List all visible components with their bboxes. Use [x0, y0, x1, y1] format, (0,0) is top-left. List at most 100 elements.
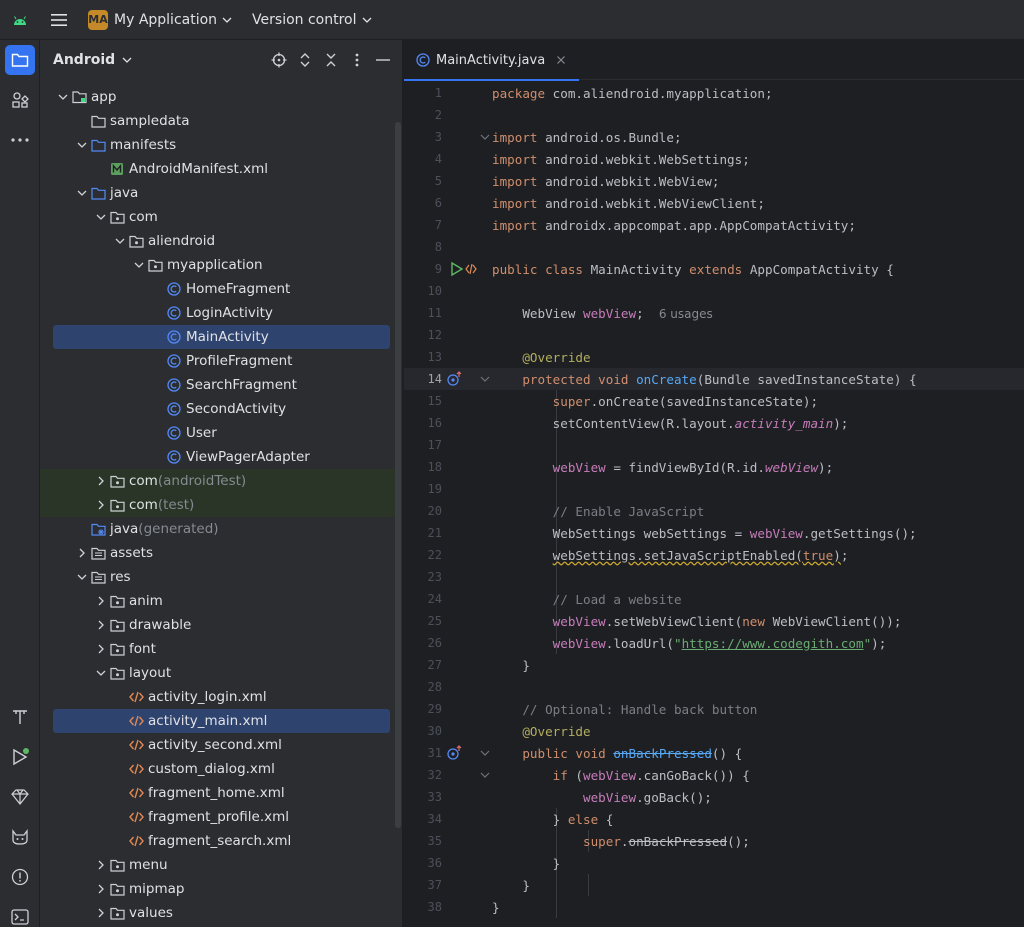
vcs-selector[interactable]: Version control	[244, 6, 379, 34]
chevron-down-icon[interactable]	[93, 665, 109, 681]
tree-item-user[interactable]: User	[40, 421, 395, 445]
code-line[interactable]: 16 setContentView(R.layout.activity_main…	[404, 412, 1024, 434]
tree-item-custom-dialog-xml[interactable]: custom_dialog.xml	[40, 757, 395, 781]
problems-tool-button[interactable]	[5, 862, 35, 892]
code-line[interactable]: 6 import android.webkit.WebViewClient;	[404, 192, 1024, 214]
code-line[interactable]: 30 @Override	[404, 720, 1024, 742]
run-gutter-icon[interactable]	[442, 258, 478, 280]
tree-item-anim[interactable]: anim	[40, 589, 395, 613]
terminal-tool-button[interactable]	[5, 902, 35, 927]
chevron-right-icon[interactable]	[93, 497, 109, 513]
tree-item-mipmap[interactable]: mipmap	[40, 877, 395, 901]
chevron-down-icon[interactable]	[55, 89, 71, 105]
tree-item-aliendroid[interactable]: aliendroid	[40, 229, 395, 253]
tree-item-fragment-home-xml[interactable]: fragment_home.xml	[40, 781, 395, 805]
chevron-down-icon[interactable]	[74, 185, 90, 201]
gem-tool-button[interactable]	[5, 782, 35, 812]
code-line[interactable]: 32 if (webView.canGoBack()) {	[404, 764, 1024, 786]
code-line[interactable]: 19	[404, 478, 1024, 500]
tree-item-java[interactable]: java	[40, 181, 395, 205]
tree-item-profilefragment[interactable]: ProfileFragment	[40, 349, 395, 373]
chevron-right-icon[interactable]	[93, 473, 109, 489]
tree-item-fragment-search-xml[interactable]: fragment_search.xml	[40, 829, 395, 853]
project-tool-button[interactable]	[5, 45, 35, 75]
tree-item-com[interactable]: com (androidTest)	[40, 469, 395, 493]
tree-item-activity-second-xml[interactable]: activity_second.xml	[40, 733, 395, 757]
logcat-tool-button[interactable]	[5, 822, 35, 852]
fold-chevron-icon[interactable]	[478, 742, 492, 764]
collapse-all-button[interactable]	[318, 47, 344, 73]
fold-chevron-icon[interactable]	[478, 368, 492, 390]
code-line[interactable]: 35 super.onBackPressed();	[404, 830, 1024, 852]
structure-tool-button[interactable]	[5, 85, 35, 115]
code-line[interactable]: 37 }	[404, 874, 1024, 896]
override-gutter-icon[interactable]	[442, 742, 478, 764]
code-line[interactable]: 23	[404, 566, 1024, 588]
locate-file-button[interactable]	[266, 47, 292, 73]
tree-item-secondactivity[interactable]: SecondActivity	[40, 397, 395, 421]
code-line[interactable]: 26 webView.loadUrl("https://www.codegith…	[404, 632, 1024, 654]
code-line[interactable]: 10	[404, 280, 1024, 302]
code-line[interactable]: 27 }	[404, 654, 1024, 676]
code-line[interactable]: 4 import android.webkit.WebSettings;	[404, 148, 1024, 170]
tree-item-loginactivity[interactable]: LoginActivity	[40, 301, 395, 325]
code-line[interactable]: 21 WebSettings webSettings = webView.get…	[404, 522, 1024, 544]
tree-item-app[interactable]: app	[40, 85, 395, 109]
code-line[interactable]: 9 public class MainActivity extends AppCo…	[404, 258, 1024, 280]
code-line[interactable]: 15 super.onCreate(savedInstanceState);	[404, 390, 1024, 412]
override-gutter-icon[interactable]	[442, 368, 478, 390]
code-line[interactable]: 18 webView = findViewById(R.id.webView);	[404, 456, 1024, 478]
chevron-right-icon[interactable]	[93, 617, 109, 633]
tree-item-viewpageradapter[interactable]: ViewPagerAdapter	[40, 445, 395, 469]
tree-item-font[interactable]: font	[40, 637, 395, 661]
code-line[interactable]: 5 import android.webkit.WebView;	[404, 170, 1024, 192]
code-line[interactable]: 20 // Enable JavaScript	[404, 500, 1024, 522]
chevron-right-icon[interactable]	[93, 857, 109, 873]
chevron-down-icon[interactable]	[93, 209, 109, 225]
code-line[interactable]: 17	[404, 434, 1024, 456]
tree-item-androidmanifest-xml[interactable]: AndroidManifest.xml	[40, 157, 395, 181]
code-line[interactable]: 29 // Optional: Handle back button	[404, 698, 1024, 720]
code-line[interactable]: 31 public void onBackPressed() {	[404, 742, 1024, 764]
tree-item-com[interactable]: com	[40, 205, 395, 229]
code-area[interactable]: 1 package com.aliendroid.myapplication; 2 3…	[404, 82, 1024, 918]
code-line[interactable]: 33 webView.goBack();	[404, 786, 1024, 808]
code-line[interactable]: 11 WebView webView; 6 usages	[404, 302, 1024, 324]
tree-item-res[interactable]: res	[40, 565, 395, 589]
chevron-right-icon[interactable]	[93, 641, 109, 657]
code-line[interactable]: 24 // Load a website	[404, 588, 1024, 610]
code-line[interactable]: 28	[404, 676, 1024, 698]
code-line[interactable]: 2	[404, 104, 1024, 126]
code-line[interactable]: 8	[404, 236, 1024, 258]
tree-item-java[interactable]: java (generated)	[40, 517, 395, 541]
project-selector[interactable]: MA My Application	[80, 6, 240, 34]
code-line[interactable]: 14 protected void onCreate(Bundle savedI…	[404, 368, 1024, 390]
expand-all-button[interactable]	[292, 47, 318, 73]
chevron-right-icon[interactable]	[93, 593, 109, 609]
chevron-down-icon[interactable]	[131, 257, 147, 273]
main-menu-button[interactable]	[40, 0, 78, 40]
code-line[interactable]: 13 @Override	[404, 346, 1024, 368]
tree-item-myapplication[interactable]: myapplication	[40, 253, 395, 277]
code-line[interactable]: 34 } else {	[404, 808, 1024, 830]
chevron-right-icon[interactable]	[93, 881, 109, 897]
chevron-down-icon[interactable]	[112, 233, 128, 249]
run-tool-button[interactable]	[5, 742, 35, 772]
options-button[interactable]	[344, 47, 370, 73]
tree-item-searchfragment[interactable]: SearchFragment	[40, 373, 395, 397]
chevron-down-icon[interactable]	[74, 137, 90, 153]
tree-item-com[interactable]: com (test)	[40, 493, 395, 517]
fold-chevron-icon[interactable]	[478, 126, 492, 148]
tree-item-sampledata[interactable]: sampledata	[40, 109, 395, 133]
more-tools-button[interactable]	[5, 125, 35, 155]
tree-item-drawable[interactable]: drawable	[40, 613, 395, 637]
code-line[interactable]: 7 import androidx.appcompat.app.AppCompat…	[404, 214, 1024, 236]
tree-item-activity-main-xml[interactable]: activity_main.xml	[53, 709, 390, 733]
chevron-down-icon[interactable]	[74, 569, 90, 585]
tree-item-activity-login-xml[interactable]: activity_login.xml	[40, 685, 395, 709]
code-line[interactable]: 36 }	[404, 852, 1024, 874]
tree-item-values[interactable]: values	[40, 901, 395, 925]
hide-panel-button[interactable]	[370, 47, 396, 73]
code-line[interactable]: 25 webView.setWebViewClient(new WebViewC…	[404, 610, 1024, 632]
tree-item-mainactivity[interactable]: MainActivity	[53, 325, 390, 349]
